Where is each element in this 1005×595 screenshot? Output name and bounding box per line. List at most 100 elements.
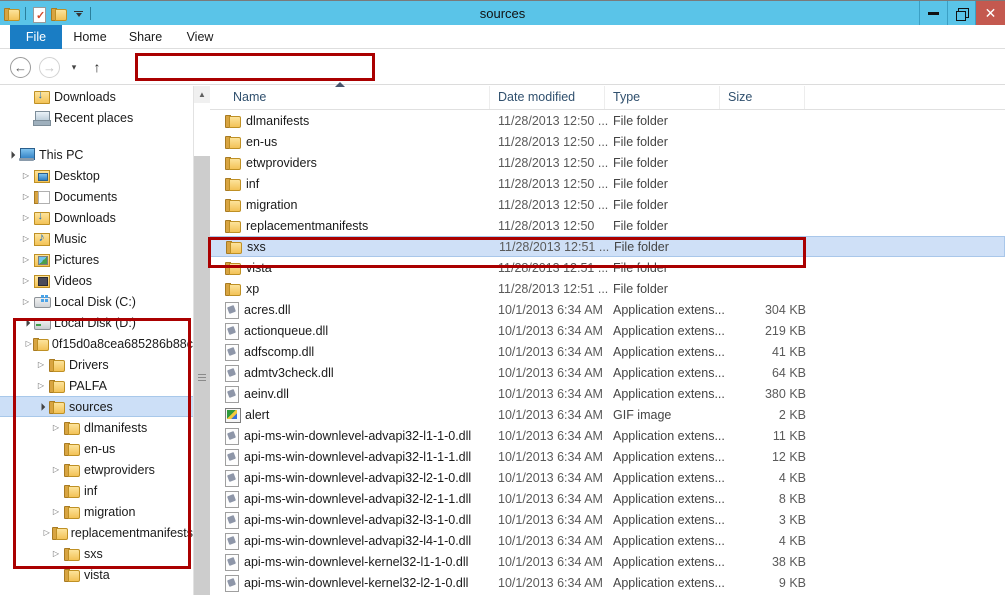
scrollbar-thumb[interactable] [194, 156, 210, 595]
table-row[interactable]: api-ms-win-downlevel-advapi32-l4-1-0.dll… [210, 530, 1005, 551]
table-row[interactable]: api-ms-win-downlevel-advapi32-l2-1-0.dll… [210, 467, 1005, 488]
tab-share[interactable]: Share [118, 25, 173, 49]
nav-item-0f15d0a8cea685286b88c[interactable]: ▷ 0f15d0a8cea685286b88c [0, 333, 193, 354]
file-size-cell: 8 KB [778, 491, 806, 506]
nav-item-downloads[interactable]: ▷ Downloads [0, 207, 193, 228]
table-row[interactable]: migration 11/28/2013 12:50 ... File folder [210, 194, 1005, 215]
navigation-pane-scrollbar[interactable]: ▲ [193, 86, 210, 595]
nav-item-recent-places[interactable]: Recent places [0, 107, 193, 128]
table-row[interactable]: api-ms-win-downlevel-advapi32-l2-1-1.dll… [210, 488, 1005, 509]
file-type-cell: Application extens... [613, 554, 725, 569]
table-row[interactable]: etwproviders 11/28/2013 12:50 ... File fol… [210, 152, 1005, 173]
nav-item-sources[interactable]: ◢ sources [0, 396, 193, 417]
expand-collapse-triangle-closed-icon[interactable]: ▷ [35, 354, 47, 375]
nav-item-videos[interactable]: ▷ Videos [0, 270, 193, 291]
nav-item-drivers[interactable]: ▷ Drivers [0, 354, 193, 375]
expand-collapse-triangle-closed-icon[interactable]: ▷ [50, 417, 62, 438]
table-row[interactable]: en-us 11/28/2013 12:50 ... File folder [210, 131, 1005, 152]
folder-icon [63, 421, 80, 435]
file-name-label: dlmanifests [246, 113, 310, 128]
expand-collapse-triangle-closed-icon[interactable]: ▷ [20, 165, 32, 186]
expand-collapse-triangle-closed-icon[interactable]: ▷ [50, 501, 62, 522]
nav-item-label: en-us [84, 441, 116, 456]
expand-collapse-triangle-closed-icon[interactable]: ▷ [20, 186, 32, 207]
column-header-type[interactable]: Type [605, 86, 720, 109]
table-row[interactable]: api-ms-win-downlevel-advapi32-l1-1-1.dll… [210, 446, 1005, 467]
nav-item-migration[interactable]: ▷ migration [0, 501, 193, 522]
navigation-pane[interactable]: DownloadsRecent places◢This PC▷Desktop▷D… [0, 86, 193, 595]
table-row[interactable]: sxs 11/28/2013 12:51 ... File folder [210, 236, 1005, 257]
table-row[interactable]: dlmanifests 11/28/2013 12:50 ... File fold… [210, 110, 1005, 131]
table-row[interactable]: acres.dll 10/1/2013 6:34 AM Application ex… [210, 299, 1005, 320]
scrollbar-track[interactable] [194, 103, 210, 156]
tab-file[interactable]: File [10, 25, 62, 49]
nav-item-vista[interactable]: vista [0, 564, 193, 585]
nav-item-label: Desktop [54, 168, 100, 183]
table-row[interactable]: api-ms-win-downlevel-advapi32-l1-1-0.dll… [210, 425, 1005, 446]
nav-item-this-pc[interactable]: ◢ This PC [0, 144, 193, 165]
file-name-label: api-ms-win-downlevel-advapi32-l1-1-0.dll [244, 428, 472, 443]
table-row[interactable]: adfscomp.dll 10/1/2013 6:34 AM Application… [210, 341, 1005, 362]
table-row[interactable]: api-ms-win-downlevel-kernel32-l2-1-0.dll… [210, 572, 1005, 593]
nav-item-documents[interactable]: ▷ Documents [0, 186, 193, 207]
column-header-name[interactable]: Name [225, 86, 490, 109]
nav-item-local-disk-d-[interactable]: ◢ Local Disk (D:) [0, 312, 193, 333]
desktop-folder-icon [33, 169, 50, 183]
table-row[interactable]: alert 10/1/2013 6:34 AM GIF image 2 KB [210, 404, 1005, 425]
nav-item-pictures[interactable]: ▷ Pictures [0, 249, 193, 270]
forward-button[interactable]: → [39, 57, 60, 78]
table-row[interactable]: admtv3check.dll 10/1/2013 6:34 AM Applicat… [210, 362, 1005, 383]
nav-item-sxs[interactable]: ▷ sxs [0, 543, 193, 564]
recent-locations-chevron-down-icon[interactable]: ▾ [66, 59, 82, 75]
nav-item-downloads[interactable]: Downloads [0, 86, 193, 107]
expand-collapse-triangle-closed-icon[interactable]: ▷ [25, 333, 33, 354]
table-row[interactable]: replacementmanifests 11/28/2013 12:50 File… [210, 215, 1005, 236]
nav-item-inf[interactable]: inf [0, 480, 193, 501]
nav-item-desktop[interactable]: ▷ Desktop [0, 165, 193, 186]
up-one-level-button[interactable]: ↑ [88, 58, 106, 76]
scroll-up-arrow-icon[interactable]: ▲ [194, 86, 210, 103]
back-button[interactable]: ← [10, 57, 31, 78]
restore-icon [956, 8, 969, 21]
nav-icon-wrap [32, 165, 50, 186]
nav-item-local-disk-c-[interactable]: ▷ Local Disk (C:) [0, 291, 193, 312]
table-row[interactable]: aeinv.dll 10/1/2013 6:34 AM Application ex… [210, 383, 1005, 404]
table-row[interactable]: api-ms-win-downlevel-kernel32-l1-1-0.dll… [210, 551, 1005, 572]
expand-collapse-triangle-closed-icon[interactable]: ▷ [20, 228, 32, 249]
file-size-cell: 38 KB [771, 554, 806, 569]
expand-collapse-triangle-closed-icon[interactable]: ▷ [20, 291, 32, 312]
table-row[interactable]: actionqueue.dll 10/1/2013 6:34 AM Applicat… [210, 320, 1005, 341]
file-name-cell: api-ms-win-downlevel-kernel32-l1-1-0.dll [225, 554, 468, 571]
expand-collapse-triangle-closed-icon[interactable]: ▷ [20, 270, 32, 291]
expand-collapse-triangle-closed-icon[interactable]: ▷ [20, 207, 32, 228]
nav-icon-wrap [62, 438, 80, 459]
expand-collapse-triangle-closed-icon[interactable]: ▷ [50, 543, 62, 564]
tab-view[interactable]: View [173, 25, 227, 49]
restore-button[interactable] [947, 1, 975, 26]
column-header-date-modified[interactable]: Date modified [490, 86, 605, 109]
file-name-label: alert [245, 407, 270, 422]
nav-item-etwproviders[interactable]: ▷ etwproviders [0, 459, 193, 480]
nav-item-label: replacementmanifests [70, 525, 193, 540]
nav-item-music[interactable]: ▷ Music [0, 228, 193, 249]
nav-item-en-us[interactable]: en-us [0, 438, 193, 459]
column-header-size[interactable]: Size [720, 86, 805, 109]
folder-icon [226, 240, 242, 254]
minimize-button[interactable] [919, 1, 947, 26]
nav-item-label: sxs [84, 546, 103, 561]
expand-collapse-triangle-closed-icon[interactable]: ▷ [50, 459, 62, 480]
tab-home[interactable]: Home [62, 25, 118, 49]
expand-collapse-triangle-closed-icon[interactable]: ▷ [42, 522, 52, 543]
nav-item-palfa[interactable]: ▷ PALFA [0, 375, 193, 396]
nav-icon-wrap [47, 354, 65, 375]
close-button[interactable]: ✕ [975, 1, 1005, 26]
table-row[interactable]: inf 11/28/2013 12:50 ... File folder [210, 173, 1005, 194]
expand-collapse-triangle-closed-icon[interactable]: ▷ [35, 375, 47, 396]
file-size-cell: 4 KB [778, 470, 806, 485]
expand-collapse-triangle-closed-icon[interactable]: ▷ [20, 249, 32, 270]
table-row[interactable]: vista 11/28/2013 12:51 ... File folder [210, 257, 1005, 278]
nav-item-replacementmanifests[interactable]: ▷ replacementmanifests [0, 522, 193, 543]
table-row[interactable]: api-ms-win-downlevel-advapi32-l3-1-0.dll… [210, 509, 1005, 530]
table-row[interactable]: xp 11/28/2013 12:51 ... File folder [210, 278, 1005, 299]
nav-item-dlmanifests[interactable]: ▷ dlmanifests [0, 417, 193, 438]
